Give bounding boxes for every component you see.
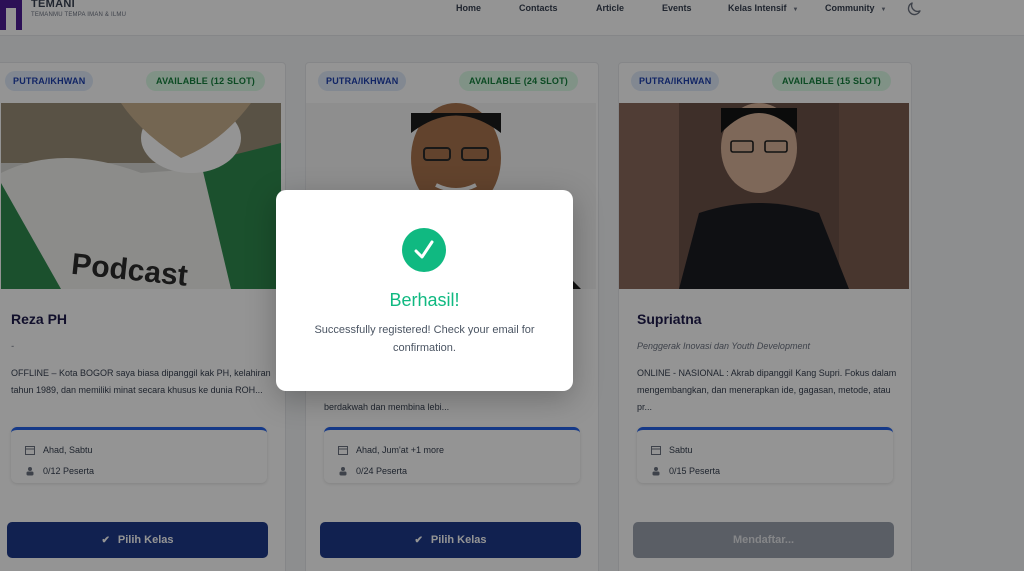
check-circle-icon: [402, 228, 446, 272]
modal-title: Berhasil!: [389, 290, 460, 310]
modal-message: Successfully registered! Check your emai…: [314, 324, 535, 354]
success-modal: Berhasil! Successfully registered! Check…: [276, 190, 573, 391]
